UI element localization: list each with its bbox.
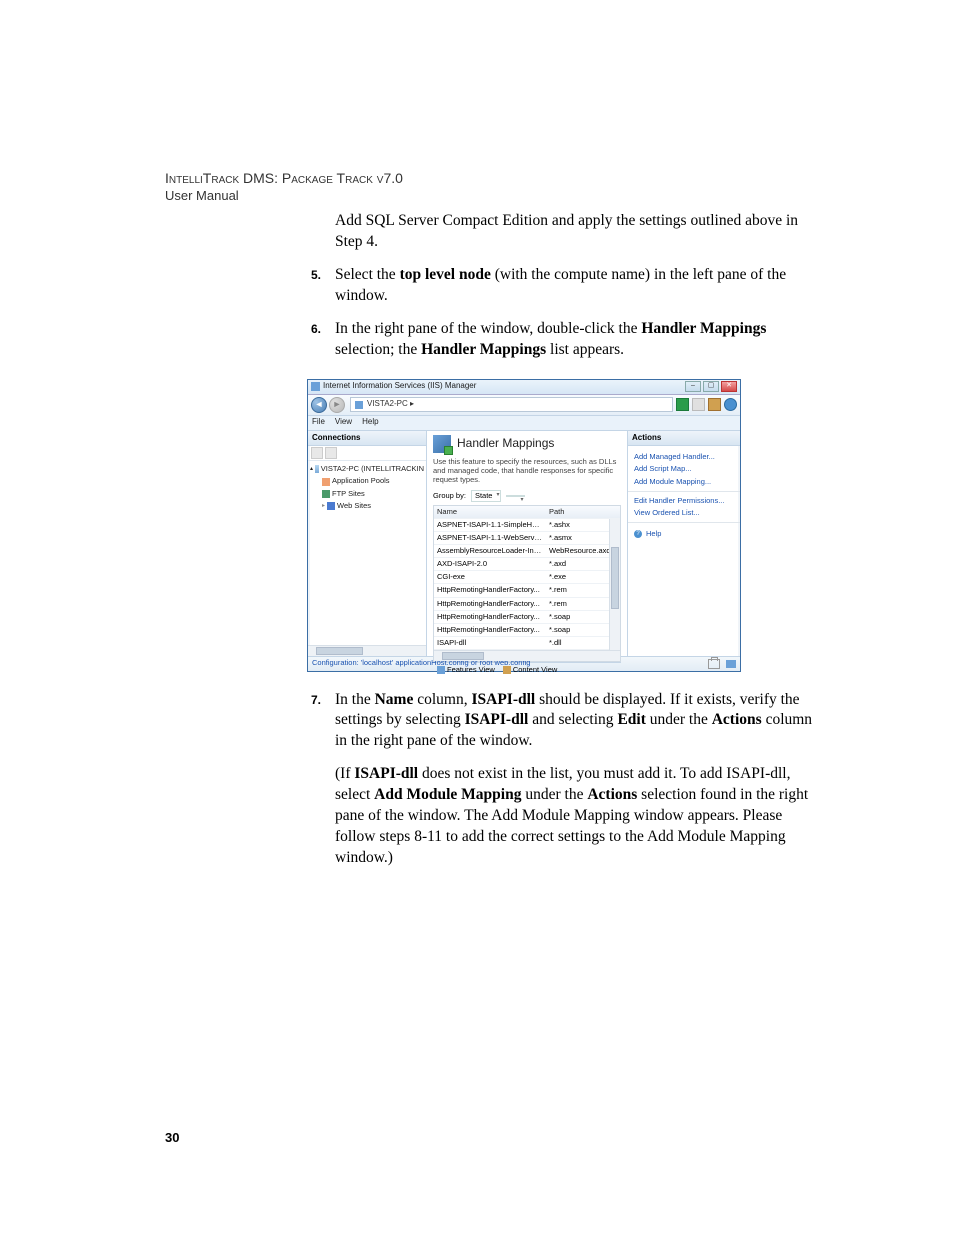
grid-cell[interactable]: AssemblyResourceLoader-Inte... <box>434 545 546 557</box>
tool-icon[interactable] <box>311 447 323 459</box>
action-edit-permissions[interactable]: Edit Handler Permissions... <box>634 496 734 506</box>
menu-bar: File View Help <box>308 416 740 431</box>
help-icon: ? <box>634 530 642 538</box>
step-7-number: 7. <box>311 692 321 708</box>
groupby-dropdown-2[interactable] <box>506 495 525 497</box>
iis-screenshot: Internet Information Services (IIS) Mana… <box>307 379 824 672</box>
grid-cell[interactable]: CGI-exe <box>434 571 546 583</box>
step-6-text: In the right pane of the window, double-… <box>335 320 766 358</box>
page-title: Handler Mappings <box>457 435 554 451</box>
after-step-7-text: (If ISAPI-dll does not exist in the list… <box>335 764 824 869</box>
step-5-number: 5. <box>311 267 321 283</box>
running-header-title: IntelliTrack DMS: Package Track v7.0 <box>165 170 824 186</box>
action-view-ordered-list[interactable]: View Ordered List... <box>634 508 734 518</box>
col-path-header[interactable]: Path <box>546 506 620 518</box>
actions-header: Actions <box>628 431 740 447</box>
step-5-text: Select the top level node (with the comp… <box>335 266 786 304</box>
tree-ftp-sites[interactable]: FTP Sites <box>332 489 365 499</box>
action-add-managed-handler[interactable]: Add Managed Handler... <box>634 452 734 462</box>
step-7-text: In the Name column, ISAPI-dll should be … <box>335 691 812 750</box>
running-header-subtitle: User Manual <box>165 188 824 203</box>
handler-mappings-icon <box>433 435 451 453</box>
nav-back-button[interactable]: ◄ <box>311 397 327 413</box>
groupby-dropdown[interactable]: State <box>471 490 502 502</box>
breadcrumb-icon <box>355 401 363 409</box>
close-button[interactable]: ✕ <box>721 381 737 392</box>
nav-icon-3[interactable] <box>708 398 721 411</box>
tree-app-pools[interactable]: Application Pools <box>332 476 390 486</box>
action-add-script-map[interactable]: Add Script Map... <box>634 464 734 474</box>
pool-icon <box>322 478 330 486</box>
maximize-button[interactable]: ▢ <box>703 381 719 392</box>
nav-icon-1[interactable] <box>676 398 689 411</box>
minimize-button[interactable]: – <box>685 381 701 392</box>
status-icon <box>726 660 736 668</box>
action-help[interactable]: ? Help <box>634 527 734 541</box>
app-icon <box>311 382 320 391</box>
tree-web-sites[interactable]: Web Sites <box>337 501 371 511</box>
grid-cell[interactable]: HttpRemotingHandlerFactory... <box>434 598 546 610</box>
page-number: 30 <box>165 1130 179 1145</box>
connections-header: Connections <box>308 431 426 447</box>
server-icon <box>315 465 319 473</box>
grid-cell[interactable]: ASPNET-ISAPI-1.1-SimpleHan... <box>434 519 546 531</box>
menu-file[interactable]: File <box>312 417 325 428</box>
connections-tree[interactable]: ▴VISTA2-PC (INTELLITRACKIN Application P… <box>308 461 426 644</box>
grid-cell[interactable]: HttpRemotingHandlerFactory... <box>434 611 546 623</box>
window-title: Internet Information Services (IIS) Mana… <box>323 381 685 392</box>
left-hscroll[interactable] <box>308 645 426 656</box>
web-icon <box>327 502 335 510</box>
nav-icon-2[interactable] <box>692 398 705 411</box>
step-6-number: 6. <box>311 321 321 337</box>
page-description: Use this feature to specify the resource… <box>433 457 621 484</box>
grid-hscroll[interactable] <box>434 650 620 661</box>
grid-cell[interactable]: HttpRemotingHandlerFactory... <box>434 624 546 636</box>
action-add-module-mapping[interactable]: Add Module Mapping... <box>634 477 734 487</box>
groupby-label: Group by: <box>433 491 466 501</box>
separator <box>628 522 740 523</box>
grid-cell[interactable]: HttpRemotingHandlerFactory... <box>434 584 546 596</box>
nav-forward-button[interactable]: ► <box>329 397 345 413</box>
grid-cell[interactable]: ISAPI-dll <box>434 637 546 649</box>
col-name-header[interactable]: Name <box>434 506 546 518</box>
window-titlebar[interactable]: Internet Information Services (IIS) Mana… <box>308 380 740 395</box>
breadcrumb[interactable]: VISTA2-PC ▸ <box>350 397 673 412</box>
grid-cell[interactable]: AXD-ISAPI-2.0 <box>434 558 546 570</box>
separator <box>628 491 740 492</box>
tool-icon[interactable] <box>325 447 337 459</box>
status-icon <box>708 659 720 669</box>
handler-grid[interactable]: Name Path ASPNET-ISAPI-1.1-SimpleHan...*… <box>433 505 621 662</box>
ftp-icon <box>322 490 330 498</box>
connections-toolbar <box>308 446 426 461</box>
tree-server-node[interactable]: VISTA2-PC (INTELLITRACKIN <box>321 464 424 474</box>
grid-cell[interactable]: ASPNET-ISAPI-1.1-WebService... <box>434 532 546 544</box>
intro-paragraph: Add SQL Server Compact Edition and apply… <box>335 211 824 253</box>
grid-vscroll[interactable] <box>609 519 620 650</box>
menu-view[interactable]: View <box>335 417 352 428</box>
help-icon[interactable] <box>724 398 737 411</box>
menu-help[interactable]: Help <box>362 417 378 428</box>
